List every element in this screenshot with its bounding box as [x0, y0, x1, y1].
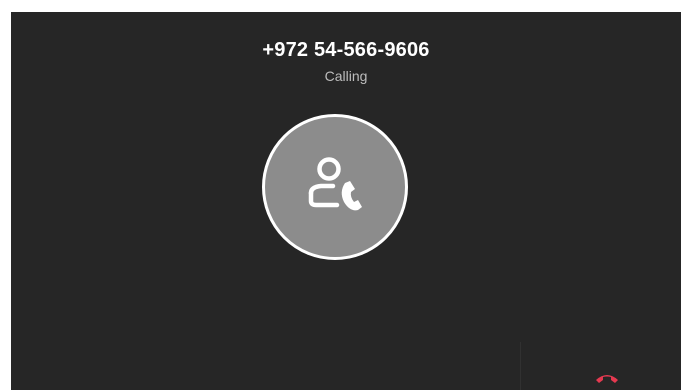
hang-up-phone-icon [596, 375, 618, 383]
caller-contact-phone-icon [308, 157, 362, 211]
caller-avatar [262, 114, 408, 260]
call-controls-panel [520, 342, 681, 390]
contact-number: +972 54-566-9606 [262, 39, 430, 61]
call-status: Calling [324, 68, 368, 84]
end-call-button[interactable] [593, 368, 621, 388]
call-screen: +972 54-566-9606 Calling [11, 12, 681, 390]
